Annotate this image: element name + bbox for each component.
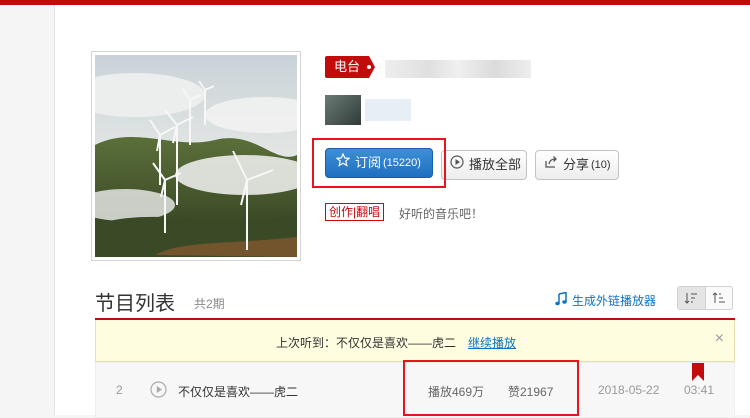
play-all-label: 播放全部 bbox=[469, 157, 522, 172]
play-all-button[interactable]: 播放全部 bbox=[441, 150, 527, 180]
share-count: (10) bbox=[591, 159, 611, 171]
radio-title-blurred bbox=[385, 60, 531, 78]
program-title[interactable]: 不仅仅是喜欢——虎二 bbox=[178, 383, 298, 400]
category-tag[interactable]: 创作|翻唱 bbox=[325, 203, 385, 221]
wind-turbine-landscape-image bbox=[95, 55, 297, 257]
play-circle-icon bbox=[450, 151, 464, 179]
last-played-notice: 上次听到：不仅仅是喜欢——虎二 继续播放 × bbox=[95, 320, 735, 362]
radio-cover-image bbox=[91, 51, 301, 261]
program-list-title: 节目列表 bbox=[95, 293, 175, 315]
dj-avatar[interactable] bbox=[325, 95, 361, 125]
program-index: 2 bbox=[116, 383, 123, 397]
bookmark-icon bbox=[692, 363, 704, 381]
sort-desc-icon[interactable] bbox=[706, 287, 733, 309]
last-played-text: 上次听到：不仅仅是喜欢——虎二 bbox=[276, 336, 457, 350]
continue-play-link[interactable]: 继续播放 bbox=[468, 334, 516, 351]
program-duration: 03:41 bbox=[684, 383, 715, 397]
share-icon bbox=[544, 151, 558, 179]
radio-detail-page: 电台 订阅 (15220) 播放全部 分享 (10) 创作|翻唱 好听的音乐吧！… bbox=[54, 5, 750, 418]
generate-player-label: 生成外链播放器 bbox=[572, 294, 657, 308]
subscribe-highlight-box bbox=[312, 138, 446, 188]
play-circle-icon[interactable] bbox=[150, 381, 167, 401]
program-date: 2018-05-22 bbox=[598, 383, 660, 397]
close-icon[interactable]: × bbox=[715, 331, 724, 347]
sort-toggle bbox=[677, 286, 733, 310]
share-button[interactable]: 分享 (10) bbox=[535, 150, 619, 180]
left-gutter bbox=[0, 5, 54, 415]
program-count: 共2期 bbox=[194, 297, 225, 311]
sort-asc-icon[interactable] bbox=[678, 287, 706, 309]
radio-tag: 电台 bbox=[325, 56, 376, 78]
music-note-icon bbox=[555, 291, 567, 309]
radio-tag-dot bbox=[367, 65, 371, 69]
radio-description: 好听的音乐吧！ bbox=[399, 207, 484, 221]
generate-player-link[interactable]: 生成外链播放器 bbox=[555, 291, 657, 309]
dj-name-blurred[interactable] bbox=[365, 99, 411, 121]
stats-highlight-box bbox=[403, 360, 579, 416]
share-label: 分享 bbox=[563, 157, 590, 172]
